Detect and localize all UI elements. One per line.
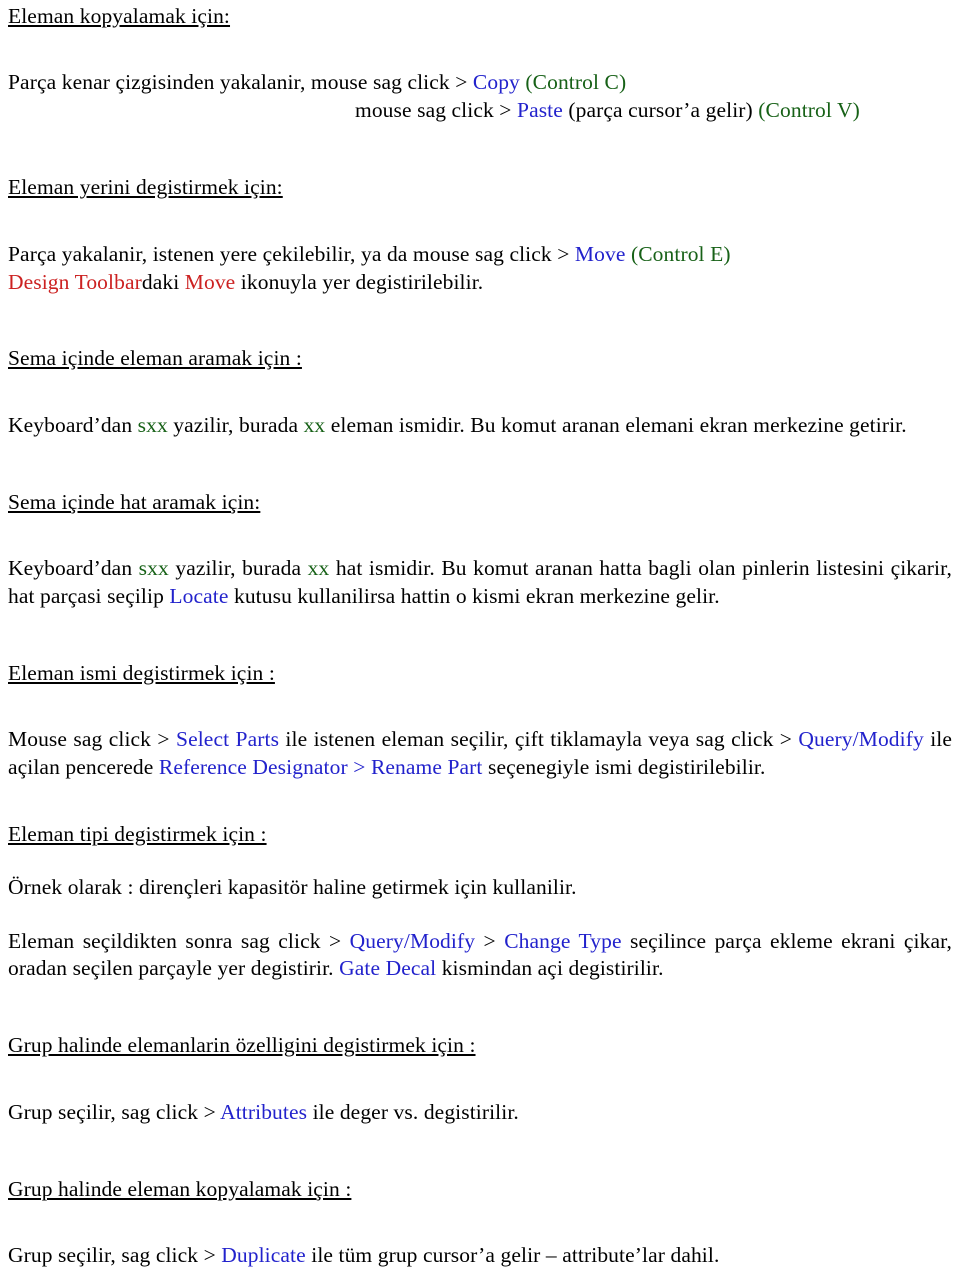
paragraph-copy-line1: Parça kenar çizgisinden yakalanir, mouse… — [8, 69, 952, 97]
section-heading-wrap: Eleman tipi degistirmek için : — [8, 822, 952, 847]
section-heading: Sema içinde eleman aramak için : — [8, 346, 302, 371]
text-run: Grup seçilir, sag click > — [8, 1099, 221, 1124]
text-run: Keyboard’dan — [8, 556, 139, 581]
text-run: kutusu kullanilirsa hattin o kismi ekran… — [228, 584, 720, 609]
section-heading: Eleman yerini degistirmek için: — [8, 175, 283, 200]
document-body: Eleman kopyalamak için: Parça kenar çizg… — [8, 4, 952, 1270]
text-run: mouse sag click > — [355, 98, 518, 123]
text-run: Parça yakalanir, istenen yere çekilebili… — [8, 241, 575, 266]
text-run: > — [475, 928, 505, 953]
text-run: ile deger vs. degistirilir. — [307, 1099, 519, 1124]
paragraph-group-attributes: Grup seçilir, sag click > Attributes ile… — [8, 1099, 952, 1127]
section-heading: Eleman kopyalamak için: — [8, 4, 231, 28]
paragraph-change-type-example: Örnek olarak : dirençleri kapasitör hali… — [8, 874, 577, 899]
text-run: (parça cursor’a gelir) — [562, 98, 759, 123]
command-query-modify: Query/Modify — [349, 928, 476, 953]
text-run: > — [347, 755, 371, 780]
section-grup-kopyalamak: Grup halinde eleman kopyalamak için : Gr… — [8, 1177, 952, 1270]
paragraph-group-duplicate: Grup seçilir, sag click > Duplicate ile … — [8, 1242, 952, 1270]
section-eleman-ismi-degistirmek: Eleman ismi degistirmek için : Mouse sag… — [8, 661, 952, 782]
text-run: yazilir, burada — [167, 412, 304, 437]
section-sema-icinde-hat-aramak: Sema içinde hat aramak için: Keyboard’da… — [8, 490, 952, 611]
command-query-modify: Query/Modify — [798, 727, 924, 752]
text-run: eleman ismidir. Bu komut aranan elemani … — [325, 412, 907, 437]
command-duplicate: Duplicate — [221, 1243, 306, 1268]
keyword-xx: xx — [307, 556, 330, 581]
text-run: seçenegiyle ismi degistirilebilir. — [482, 755, 766, 780]
text-run: Eleman seçildikten sonra sag click > — [8, 928, 350, 953]
text-run: Keyboard’dan — [8, 412, 138, 437]
paragraph-rename-element: Mouse sag click > Select Parts ile isten… — [8, 726, 952, 782]
document-page: Eleman kopyalamak için: Parça kenar çizg… — [0, 0, 960, 1284]
section-eleman-tipi-degistirmek: Eleman tipi degistirmek için : Örnek ola… — [8, 822, 952, 983]
keyword-sxx: sxx — [137, 412, 168, 437]
toolbar-icon-move: Move — [184, 269, 236, 294]
section-heading: Eleman tipi degistirmek için : — [8, 822, 267, 847]
command-select-parts: Select Parts — [176, 727, 280, 752]
indented-line: mouse sag click > Paste (parça cursor’a … — [8, 97, 952, 125]
text-run: daki — [141, 269, 185, 294]
paragraph-move-line1: Parça yakalanir, istenen yere çekilebili… — [8, 241, 952, 269]
text-run: ile tüm grup cursor’a gelir – attribute’… — [305, 1243, 720, 1268]
paragraph-copy-line2: mouse sag click > Paste (parça cursor’a … — [8, 97, 952, 125]
section-sema-icinde-eleman-aramak: Sema içinde eleman aramak için : Keyboar… — [8, 346, 952, 439]
text-run: Parça kenar çizgisinden yakalanir, mouse… — [8, 70, 473, 95]
section-heading-wrap: Eleman ismi degistirmek için : — [8, 661, 952, 686]
shortcut-control-e: (Control E) — [630, 241, 731, 266]
section-heading-wrap: Sema içinde eleman aramak için : — [8, 346, 952, 371]
section-grup-ozellik-degistirmek: Grup halinde elemanlarin özelligini degi… — [8, 1033, 952, 1126]
text-run: Mouse sag click > — [8, 727, 177, 752]
paragraph-search-element: Keyboard’dan sxx yazilir, burada xx elem… — [8, 412, 952, 440]
paragraph-search-net: Keyboard’dan sxx yazilir, burada xx hat … — [8, 555, 952, 611]
section-heading-wrap: Grup halinde eleman kopyalamak için : — [8, 1177, 952, 1202]
command-copy: Copy — [472, 70, 520, 95]
text-run: ile istenen eleman seçilir, çift tiklama… — [279, 727, 799, 752]
section-heading-wrap: Eleman kopyalamak için: — [8, 4, 952, 29]
section-eleman-yerini-degistirmek: Eleman yerini degistirmek için: Parça ya… — [8, 175, 952, 296]
section-eleman-kopyalamak: Eleman kopyalamak için: Parça kenar çizg… — [8, 4, 952, 125]
keyword-xx: xx — [303, 412, 326, 437]
command-locate: Locate — [169, 584, 229, 609]
section-heading: Grup halinde eleman kopyalamak için : — [8, 1176, 352, 1201]
section-heading-wrap: Eleman yerini degistirmek için: — [8, 175, 952, 200]
command-rename-part: Rename Part — [370, 755, 483, 780]
section-heading-wrap: Sema içinde hat aramak için: — [8, 490, 952, 515]
text-run: ikonuyla yer degistirilebilir. — [235, 269, 484, 294]
command-attributes: Attributes — [220, 1099, 308, 1124]
text-run: Grup seçilir, sag click > — [8, 1243, 222, 1268]
command-change-type: Change Type — [504, 928, 622, 953]
command-reference-designator: Reference Designator — [158, 755, 348, 780]
section-heading-wrap: Grup halinde elemanlarin özelligini degi… — [8, 1033, 952, 1058]
shortcut-control-v: (Control V) — [758, 98, 860, 123]
command-move: Move — [574, 241, 626, 266]
text-run: kismindan açi degistirilir. — [436, 956, 664, 981]
paragraph-change-type-steps: Eleman seçildikten sonra sag click > Que… — [8, 928, 952, 984]
command-gate-decal: Gate Decal — [339, 956, 437, 981]
toolbar-design-toolbar: Design Toolbar — [8, 269, 142, 294]
command-paste: Paste — [517, 98, 563, 123]
section-heading: Grup halinde elemanlarin özelligini degi… — [8, 1033, 476, 1058]
section-heading: Sema içinde hat aramak için: — [8, 489, 261, 514]
text-run: yazilir, burada — [168, 556, 308, 581]
section-heading: Eleman ismi degistirmek için : — [8, 661, 275, 685]
paragraph-move-line2: Design Toolbardaki Move ikonuyla yer deg… — [8, 269, 952, 297]
shortcut-control-c: (Control C) — [525, 70, 627, 95]
keyword-sxx: sxx — [138, 556, 169, 581]
